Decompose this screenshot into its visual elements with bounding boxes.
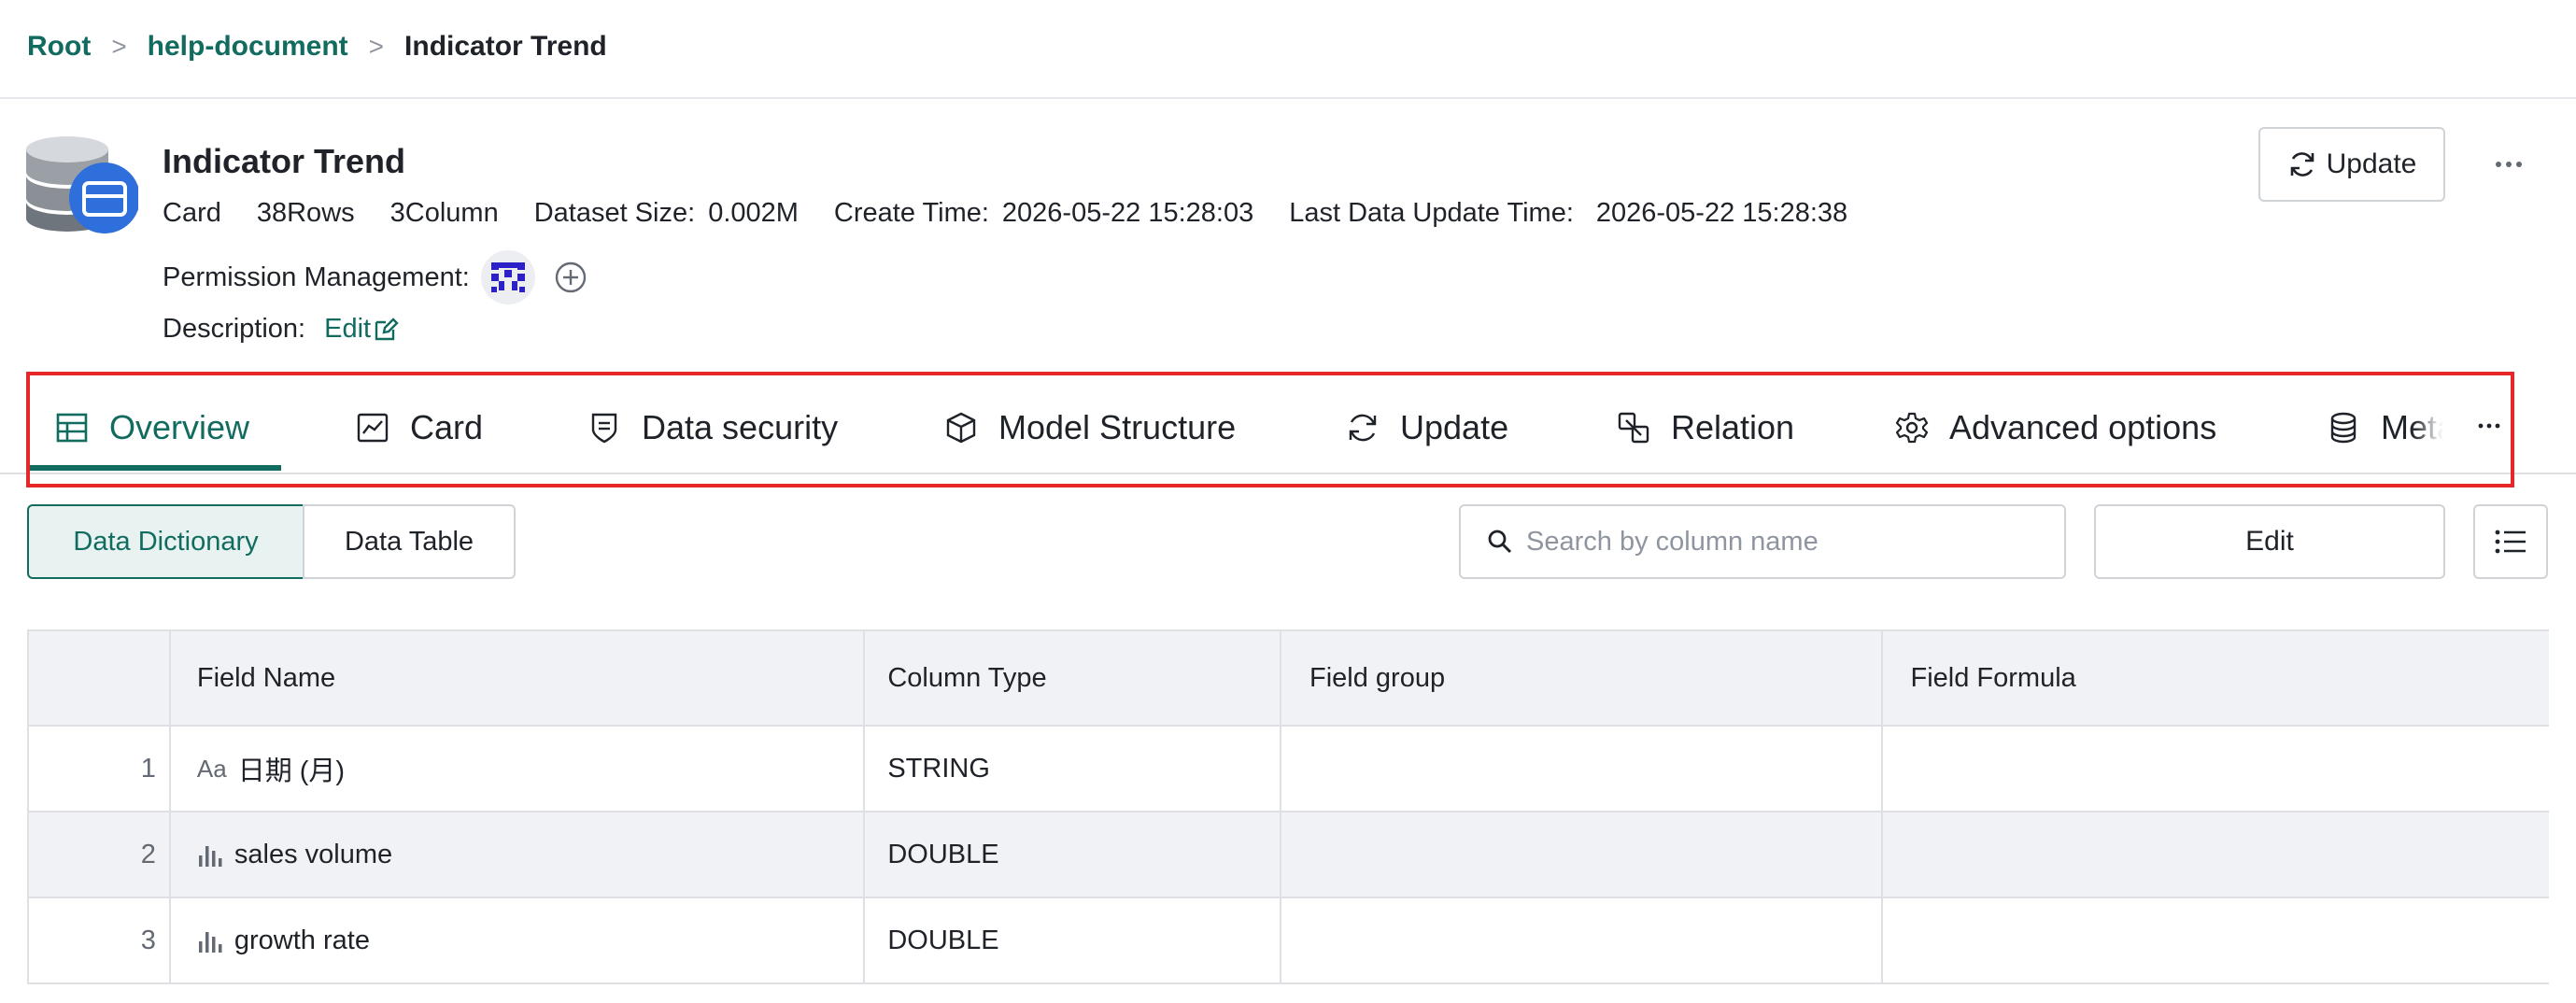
permission-label: Permission Management: xyxy=(163,261,470,292)
table-icon xyxy=(56,413,88,443)
refresh-icon xyxy=(1349,414,1377,442)
header-divider xyxy=(0,97,2576,99)
tab-model-structure-label: Model Structure xyxy=(998,408,1237,446)
identicon-icon xyxy=(490,262,525,292)
data-table-tab[interactable]: Data Table xyxy=(303,504,516,579)
bar-chart-icon xyxy=(197,928,223,953)
field-name-cell[interactable]: Aa 日期 (月) xyxy=(171,727,866,811)
row-index: 2 xyxy=(29,812,171,897)
field-name: sales volume xyxy=(234,839,393,869)
row-index: 1 xyxy=(29,727,171,811)
header-field-group[interactable]: Field group xyxy=(1281,631,1883,725)
tab-card[interactable]: Card xyxy=(356,381,483,474)
header-column-type[interactable]: Column Type xyxy=(865,631,1281,725)
add-permission-icon[interactable] xyxy=(554,261,587,294)
field-formula-cell[interactable] xyxy=(1883,727,2549,811)
dataset-size-value: 0.002M xyxy=(708,198,799,228)
field-group-cell[interactable] xyxy=(1281,898,1883,982)
list-icon xyxy=(2495,530,2526,554)
tab-bar: Overview Card Data security Model Struct… xyxy=(27,381,2510,474)
avatar[interactable] xyxy=(480,250,535,304)
table-row[interactable]: 3 growth rate DOUBLE xyxy=(29,898,2549,984)
breadcrumb-root[interactable]: Root xyxy=(27,31,91,63)
field-name: growth rate xyxy=(234,925,370,955)
tab-update[interactable]: Update xyxy=(1346,381,1508,474)
dataset-columns: 3Column xyxy=(389,198,499,228)
tab-data-security[interactable]: Data security xyxy=(587,381,838,474)
field-group-cell[interactable] xyxy=(1281,812,1883,897)
column-type-cell: STRING xyxy=(865,727,1281,811)
header-field-formula[interactable]: Field Formula xyxy=(1883,631,2549,725)
row-index: 3 xyxy=(29,898,171,982)
database-icon xyxy=(2330,412,2357,444)
tab-update-label: Update xyxy=(1400,408,1509,446)
description-edit-link[interactable]: Edit xyxy=(324,314,399,345)
update-button-label: Update xyxy=(2326,148,2417,179)
column-type-cell: DOUBLE xyxy=(865,898,1281,982)
create-time-label: Create Time: xyxy=(833,198,989,228)
description-edit-label: Edit xyxy=(324,314,372,344)
tab-relation[interactable]: Relation xyxy=(1617,381,1794,474)
more-options-icon[interactable] xyxy=(2484,146,2533,183)
tab-overview[interactable]: Overview xyxy=(55,381,249,474)
field-name-cell[interactable]: sales volume xyxy=(171,812,866,897)
tab-card-label: Card xyxy=(410,408,484,446)
list-view-button[interactable] xyxy=(2473,504,2548,579)
text-type-icon: Aa xyxy=(196,754,227,783)
create-time-value: 2026-05-22 15:28:03 xyxy=(1001,198,1254,228)
relation-icon xyxy=(1618,412,1649,444)
field-name: 日期 (月) xyxy=(237,756,346,786)
description-label: Description: xyxy=(163,314,306,344)
shield-icon xyxy=(591,413,617,444)
header-field-name[interactable]: Field Name xyxy=(171,631,866,725)
dataset-meta: Card 38Rows 3Column Dataset Size: 0.002M… xyxy=(163,198,1883,229)
dataset-rows: 38Rows xyxy=(256,198,355,228)
field-formula-cell[interactable] xyxy=(1883,812,2549,897)
edit-button[interactable]: Edit xyxy=(2094,504,2445,579)
breadcrumb-separator: > xyxy=(368,32,385,61)
edit-icon xyxy=(375,317,399,340)
breadcrumb-separator: > xyxy=(111,32,127,61)
field-formula-cell[interactable] xyxy=(1883,898,2549,982)
tab-data-security-label: Data security xyxy=(642,408,839,446)
field-group-cell[interactable] xyxy=(1281,727,1883,811)
tabs-divider xyxy=(0,473,2576,474)
table-row[interactable]: 2 sales volume DOUBLE xyxy=(29,812,2549,898)
data-dictionary-tab[interactable]: Data Dictionary xyxy=(27,504,304,579)
field-name-cell[interactable]: growth rate xyxy=(171,898,866,982)
dataset-kind: Card xyxy=(163,198,221,228)
update-button[interactable]: Update xyxy=(2258,127,2445,202)
tab-overview-label: Overview xyxy=(109,408,250,446)
tab-advanced-options[interactable]: Advanced options xyxy=(1895,381,2216,474)
table-header-row: Field Name Column Type Field group Field… xyxy=(29,631,2549,727)
search-box xyxy=(1459,504,2066,579)
search-icon xyxy=(1488,530,1512,554)
search-input[interactable] xyxy=(1526,526,2049,558)
bar-chart-icon xyxy=(197,842,223,867)
tab-model-structure[interactable]: Model Structure xyxy=(944,381,1236,474)
column-type-cell: DOUBLE xyxy=(865,812,1281,897)
breadcrumb: Root > help-document > Indicator Trend xyxy=(27,28,607,65)
active-tab-indicator xyxy=(27,465,281,471)
dataset-size-label: Dataset Size: xyxy=(533,198,696,228)
breadcrumb-current: Indicator Trend xyxy=(404,31,607,62)
dataset-title: Indicator Trend xyxy=(163,142,406,180)
dataset-icon xyxy=(26,133,140,235)
breadcrumb-folder[interactable]: help-document xyxy=(148,31,348,63)
gear-icon xyxy=(1895,412,1929,444)
tabs-more-icon[interactable] xyxy=(2466,405,2512,446)
tab-relation-label: Relation xyxy=(1671,408,1795,446)
cube-icon xyxy=(946,412,976,444)
table-row[interactable]: 1 Aa 日期 (月) STRING xyxy=(29,727,2549,812)
line-chart-icon xyxy=(357,413,389,443)
update-time-value: 2026-05-22 15:28:38 xyxy=(1595,198,1848,228)
update-time-label: Last Data Update Time: xyxy=(1289,198,1574,228)
refresh-icon xyxy=(2290,152,2314,177)
permission-row: Permission Management: xyxy=(163,250,587,304)
tab-advanced-options-label: Advanced options xyxy=(1949,408,2217,446)
header-index-cell xyxy=(29,631,171,725)
data-dictionary-table: Field Name Column Type Field group Field… xyxy=(27,629,2549,984)
description-row: Description: Edit xyxy=(163,314,399,345)
